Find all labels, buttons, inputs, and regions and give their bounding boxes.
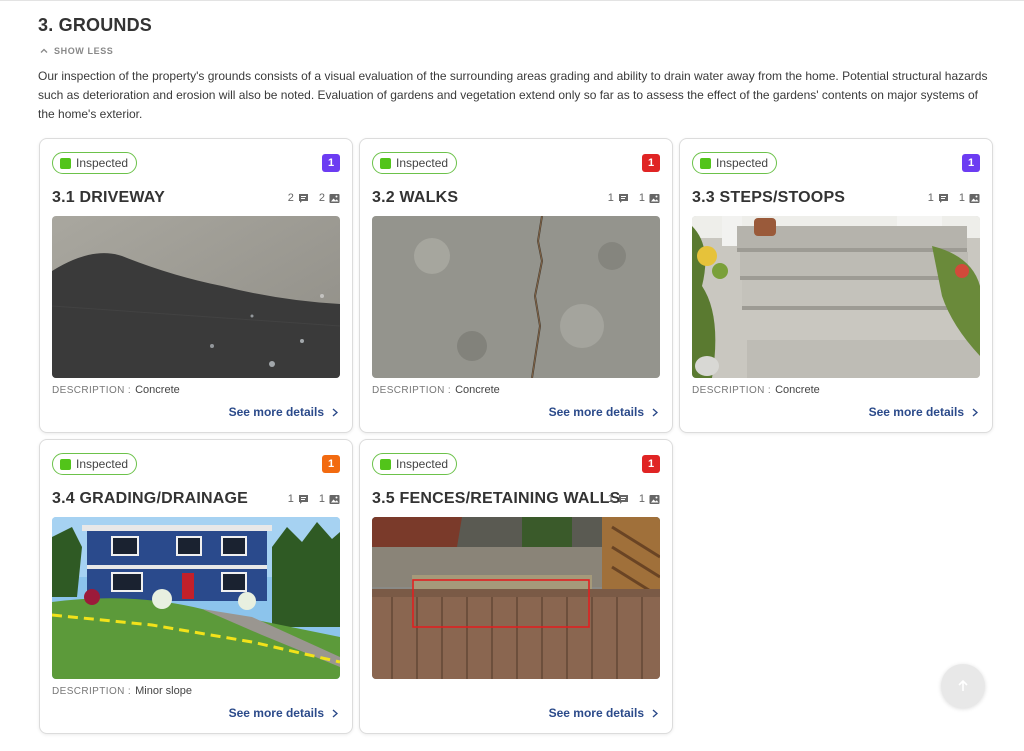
see-more-label: See more details bbox=[868, 405, 964, 419]
see-more-label: See more details bbox=[228, 405, 324, 419]
scroll-to-top-button[interactable] bbox=[941, 664, 985, 708]
card-description: DESCRIPTION : Minor slope bbox=[52, 685, 192, 697]
comment-icon bbox=[618, 494, 628, 504]
see-more-details-link[interactable]: See more details bbox=[549, 706, 658, 720]
comment-icon bbox=[298, 193, 308, 203]
chevron-right-icon bbox=[972, 407, 978, 417]
defect-count-badge: 1 bbox=[642, 154, 660, 172]
card-meta: 1 1 bbox=[928, 192, 980, 204]
status-indicator bbox=[380, 458, 391, 470]
photo-count: 1 bbox=[638, 192, 645, 204]
card-description: DESCRIPTION : Concrete bbox=[372, 384, 500, 396]
see-more-label: See more details bbox=[228, 706, 324, 720]
status-indicator bbox=[60, 157, 71, 169]
comment-icon bbox=[298, 494, 308, 504]
card-steps-stoops[interactable]: Inspected 1 3.3 STEPS/STOOPS 1 1 DESCRIP… bbox=[679, 138, 993, 433]
status-label: Inspected bbox=[716, 156, 769, 170]
status-badge: Inspected bbox=[372, 453, 458, 475]
card-title: 3.1 DRIVEWAY bbox=[52, 189, 165, 206]
driveway-photo[interactable] bbox=[52, 216, 340, 378]
show-less-toggle[interactable]: SHOW LESS bbox=[40, 46, 113, 56]
status-indicator bbox=[380, 157, 391, 169]
chevron-right-icon bbox=[332, 407, 338, 417]
photo-count: 1 bbox=[318, 493, 325, 505]
image-icon bbox=[969, 193, 980, 203]
arrow-up-icon bbox=[958, 679, 968, 691]
top-divider bbox=[0, 0, 1024, 1]
description-value: Concrete bbox=[135, 384, 180, 396]
description-label: DESCRIPTION : bbox=[372, 385, 452, 396]
image-icon bbox=[329, 193, 340, 203]
defect-count-badge: 1 bbox=[322, 154, 340, 172]
card-title: 3.4 GRADING/DRAINAGE bbox=[52, 490, 249, 507]
comment-icon bbox=[618, 193, 628, 203]
fence-photo[interactable] bbox=[372, 517, 660, 679]
see-more-label: See more details bbox=[548, 405, 644, 419]
walks-photo[interactable] bbox=[372, 216, 660, 378]
see-more-details-link[interactable]: See more details bbox=[229, 405, 338, 419]
status-badge: Inspected bbox=[372, 152, 458, 174]
section-title: 3. GROUNDS bbox=[38, 15, 153, 35]
see-more-label: See more details bbox=[548, 706, 644, 720]
card-title: 3.5 FENCES/RETAINING WALLS bbox=[372, 490, 621, 507]
comment-icon bbox=[938, 193, 948, 203]
status-badge: Inspected bbox=[52, 152, 138, 174]
section-intro: Our inspection of the property's grounds… bbox=[38, 69, 988, 121]
comment-count: 1 bbox=[927, 192, 934, 204]
see-more-details-link[interactable]: See more details bbox=[549, 405, 658, 419]
photo-count: 1 bbox=[638, 493, 645, 505]
card-grading-drainage[interactable]: Inspected 1 3.4 GRADING/DRAINAGE 1 1 DES… bbox=[39, 439, 353, 734]
card-title: 3.3 STEPS/STOOPS bbox=[692, 189, 846, 206]
card-meta: 1 1 bbox=[288, 493, 340, 505]
photo-count: 1 bbox=[958, 192, 965, 204]
grading-photo[interactable] bbox=[52, 517, 340, 679]
status-indicator bbox=[60, 458, 71, 470]
status-badge: Inspected bbox=[52, 453, 138, 475]
chevron-right-icon bbox=[332, 708, 338, 718]
show-less-label: SHOW LESS bbox=[54, 46, 114, 56]
status-label: Inspected bbox=[396, 156, 449, 170]
description-label: DESCRIPTION : bbox=[52, 686, 132, 697]
description-label: DESCRIPTION : bbox=[52, 385, 132, 396]
card-meta: 1 1 bbox=[608, 493, 660, 505]
image-icon bbox=[649, 193, 660, 203]
card-description: DESCRIPTION : Concrete bbox=[692, 384, 820, 396]
comment-count: 1 bbox=[287, 493, 294, 505]
status-label: Inspected bbox=[76, 156, 129, 170]
card-driveway[interactable]: Inspected 1 3.1 DRIVEWAY 2 2 DESCRIPTION… bbox=[39, 138, 353, 433]
photo-count: 2 bbox=[318, 192, 325, 204]
description-value: Minor slope bbox=[135, 685, 192, 697]
comment-count: 1 bbox=[607, 493, 614, 505]
comment-count: 1 bbox=[607, 192, 614, 204]
defect-count-badge: 1 bbox=[322, 455, 340, 473]
defect-count-badge: 1 bbox=[642, 455, 660, 473]
defect-count-badge: 1 bbox=[962, 154, 980, 172]
chevron-up-icon bbox=[40, 48, 48, 53]
card-title: 3.2 WALKS bbox=[372, 189, 459, 206]
status-label: Inspected bbox=[76, 457, 129, 471]
image-icon bbox=[649, 494, 660, 504]
see-more-details-link[interactable]: See more details bbox=[229, 706, 338, 720]
description-value: Concrete bbox=[455, 384, 500, 396]
status-label: Inspected bbox=[396, 457, 449, 471]
image-icon bbox=[329, 494, 340, 504]
description-value: Concrete bbox=[775, 384, 820, 396]
steps-photo[interactable] bbox=[692, 216, 980, 378]
card-walks[interactable]: Inspected 1 3.2 WALKS 1 1 DESCRIPTION : … bbox=[359, 138, 673, 433]
card-description: DESCRIPTION : Concrete bbox=[52, 384, 180, 396]
see-more-details-link[interactable]: See more details bbox=[869, 405, 978, 419]
chevron-right-icon bbox=[652, 407, 658, 417]
card-meta: 1 1 bbox=[608, 192, 660, 204]
status-indicator bbox=[700, 157, 711, 169]
chevron-right-icon bbox=[652, 708, 658, 718]
card-meta: 2 2 bbox=[288, 192, 340, 204]
card-fences-retaining-walls[interactable]: Inspected 1 3.5 FENCES/RETAINING WALLS 1… bbox=[359, 439, 673, 734]
description-label: DESCRIPTION : bbox=[692, 385, 772, 396]
status-badge: Inspected bbox=[692, 152, 778, 174]
comment-count: 2 bbox=[287, 192, 294, 204]
